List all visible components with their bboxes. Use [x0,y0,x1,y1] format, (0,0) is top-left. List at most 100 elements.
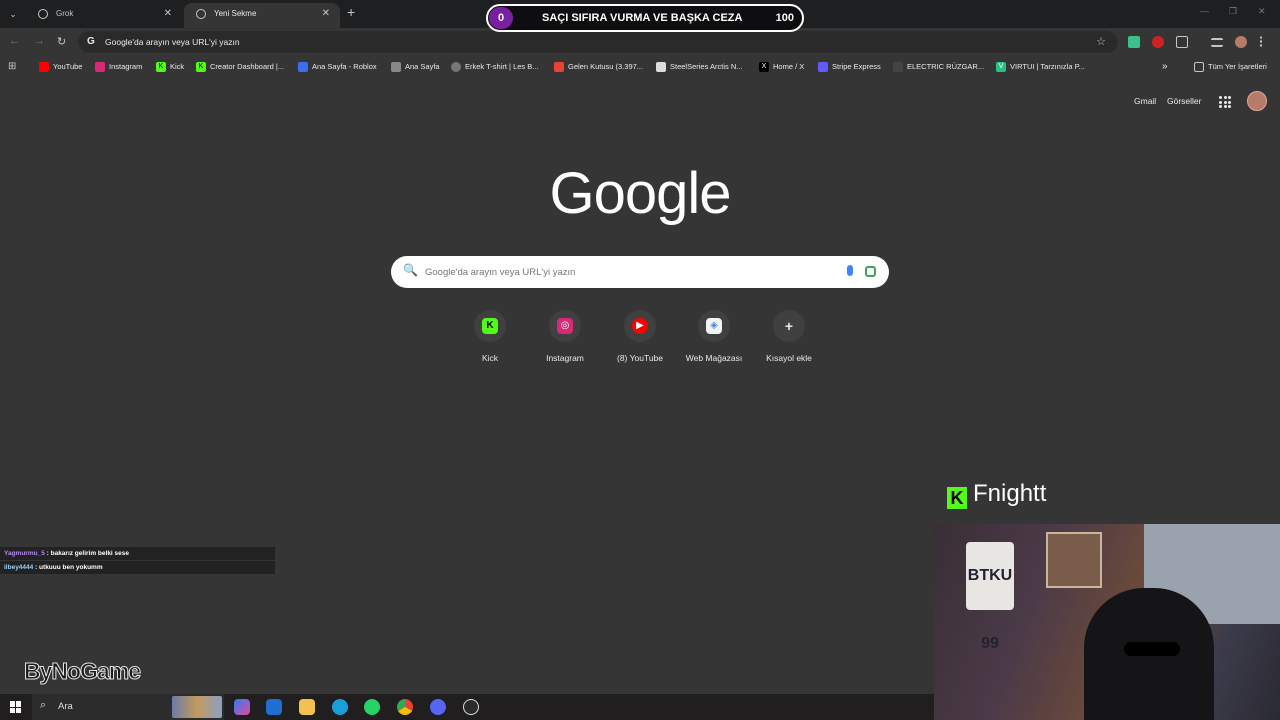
sunglasses [1124,642,1180,656]
bookmark-item[interactable]: Stripe Express [818,56,881,78]
tab-new-tab[interactable]: Yeni Sekme ✕ [184,3,340,28]
goal-current-count: 0 [489,7,513,29]
taskbar: ⌕ Ara [0,694,934,720]
store-icon[interactable] [266,699,282,715]
bookmark-item[interactable]: SteelSeries Arctis N... [656,56,743,78]
shortcut-label: Web Mağazası [685,353,743,363]
sponsor-logo: ByNoGame [24,658,142,685]
shortcut-label: Kick [481,353,499,363]
shortcut-kick[interactable]: K Kick [453,310,527,363]
address-bar[interactable]: G Google'da arayın veya URL'yi yazın ☆ [78,31,1118,53]
shortcut-web-store[interactable]: ◈ Web Mağazası [677,310,751,363]
plus-icon: + [784,318,794,334]
avatar[interactable] [1247,91,1267,111]
reload-button[interactable]: ↻ [57,35,66,48]
shortcut-instagram[interactable]: ◎ Instagram [528,310,602,363]
chat-overlay: Yagmurmu_5 : bakarız gelirim belki sese … [0,547,275,575]
youtube-icon [39,62,49,73]
menu-kebab-icon[interactable] [1260,36,1264,48]
extension-green-icon[interactable] [1128,36,1140,48]
taskbar-search[interactable]: ⌕ Ara [32,694,224,720]
kick-icon: K [196,62,206,73]
steelseries-icon [656,62,666,73]
shortcut-label: (8) YouTube [617,353,663,363]
bookmark-item[interactable]: Erkek T-shirt | Les B... [451,56,539,78]
tab-label: Yeni Sekme [214,9,257,18]
address-bar-text: Google'da arayın veya URL'yi yazın [105,37,240,47]
google-lens-icon[interactable] [865,266,876,277]
close-window-button[interactable]: ✕ [1258,6,1266,17]
extensions-puzzle-icon[interactable] [1176,36,1188,48]
gmail-icon [554,62,564,73]
bookmark-item[interactable]: Ana Sayfa - Roblox [298,56,377,78]
wall-poster [1046,532,1102,588]
chat-message: ilbey4444 : utkuuu ben yokumm [0,561,275,574]
edge-icon[interactable] [332,699,348,715]
framed-jersey: BTKU 99 [966,542,1014,652]
tab-search-button[interactable]: ⌄ [5,6,21,22]
x-icon: X [759,62,769,73]
chrome-favicon-icon [196,9,206,19]
microphone-icon[interactable] [847,265,853,276]
stripe-icon [818,62,828,73]
bookmark-star-icon[interactable]: ☆ [1096,35,1106,48]
profile-avatar-icon[interactable] [1235,36,1247,48]
extension-red-icon[interactable] [1152,36,1164,48]
maximize-button[interactable]: ❐ [1229,6,1237,17]
back-button[interactable]: ← [9,35,20,47]
bookmark-item[interactable]: Ana Sayfa [391,56,440,78]
kick-icon: K [482,318,498,334]
folder-icon [1194,62,1204,73]
google-logo: Google [549,161,731,226]
search-input[interactable] [425,262,825,282]
bookmark-item[interactable]: K Kick [156,56,184,78]
stream-goal-banner: 0 SAÇI SIFIRA VURMA VE BAŞKA CEZA 100 [486,4,804,32]
discord-icon[interactable] [430,699,446,715]
all-bookmarks-folder[interactable]: Tüm Yer İşaretleri [1194,56,1267,78]
file-explorer-icon[interactable] [299,699,315,715]
shortcut-add[interactable]: + Kısayol ekle [752,310,826,363]
apps-grid-icon[interactable]: ⊞ [8,56,16,78]
virtui-icon: V [996,62,1006,73]
obs-icon[interactable] [463,699,479,715]
google-apps-icon[interactable] [1219,96,1231,108]
site-icon [893,62,903,73]
tab-close-icon[interactable]: ✕ [322,3,330,25]
globe-icon [451,62,461,73]
goal-target-count: 100 [775,12,794,24]
bookmark-item[interactable]: X Home / X [759,56,804,78]
youtube-icon: ▶ [632,318,648,334]
bookmark-item[interactable]: K Creator Dashboard |... [196,56,284,78]
search-icon: ⌕ [40,699,47,711]
bookmark-item[interactable]: Gelen Kutusu (3.397... [554,56,643,78]
shortcut-label: Instagram [546,353,584,363]
windows-start-icon[interactable] [10,701,22,713]
copilot-icon[interactable] [234,699,250,715]
gmail-link[interactable]: Gmail [1134,96,1156,106]
search-highlight-image [172,696,222,718]
taskbar-search-label: Ara [58,701,73,712]
chat-message: Yagmurmu_5 : bakarız gelirim belki sese [0,547,275,560]
chrome-icon[interactable] [397,699,413,715]
search-box[interactable]: 🔍 [391,256,889,288]
bookmark-item[interactable]: Instagram [95,56,142,78]
reading-list-icon[interactable] [1211,38,1223,47]
shortcut-youtube[interactable]: ▶ (8) YouTube [603,310,677,363]
bookmark-item[interactable]: V VIRTUI | Tarzınızla P... [996,56,1085,78]
images-link[interactable]: Görseller [1167,96,1201,106]
bookmark-item[interactable]: YouTube [39,56,82,78]
new-tab-button[interactable]: + [347,4,355,20]
minimize-button[interactable]: — [1200,6,1209,16]
kick-logo-icon: K [947,487,967,509]
tab-grok[interactable]: Grok ✕ [26,3,182,28]
forward-button[interactable]: → [34,35,45,47]
whatsapp-icon[interactable] [364,699,380,715]
bookmarks-overflow-icon[interactable]: » [1162,56,1168,78]
tab-label: Grok [56,9,74,18]
grok-favicon-icon [38,9,48,19]
tab-close-icon[interactable]: ✕ [164,3,172,25]
bookmarks-bar: ⊞ YouTube Instagram K Kick K Creator Dashb… [0,56,1280,78]
shortcut-label: Kısayol ekle [766,353,812,363]
channel-name: Fnightt [973,480,1047,507]
bookmark-item[interactable]: ELECTRIC RÜZGAR... [893,56,984,78]
